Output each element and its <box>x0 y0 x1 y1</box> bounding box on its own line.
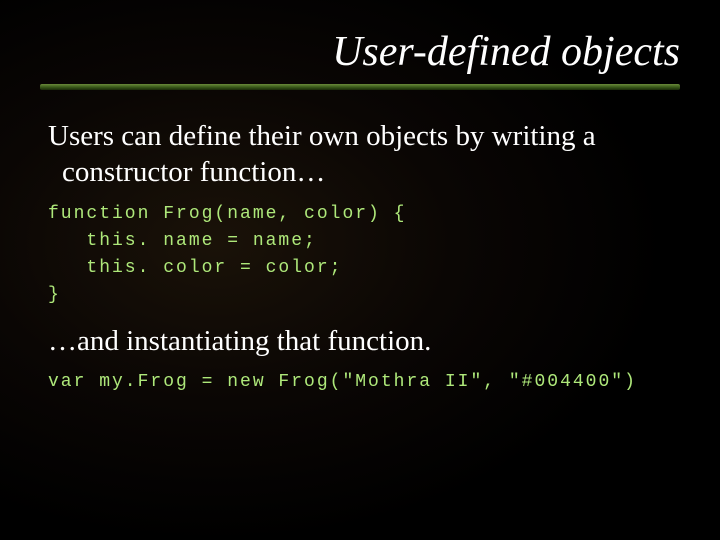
code-block-2: var my.Frog = new Frog("Mothra II", "#00… <box>48 369 672 396</box>
body-paragraph-1: Users can define their own objects by wr… <box>48 118 672 191</box>
slide: User-defined objects Users can define th… <box>0 0 720 540</box>
slide-body: Users can define their own objects by wr… <box>0 90 720 396</box>
slide-title: User-defined objects <box>0 0 720 84</box>
code-block-1: function Frog(name, color) { this. name … <box>48 201 672 309</box>
body-paragraph-2: …and instantiating that function. <box>48 323 672 359</box>
